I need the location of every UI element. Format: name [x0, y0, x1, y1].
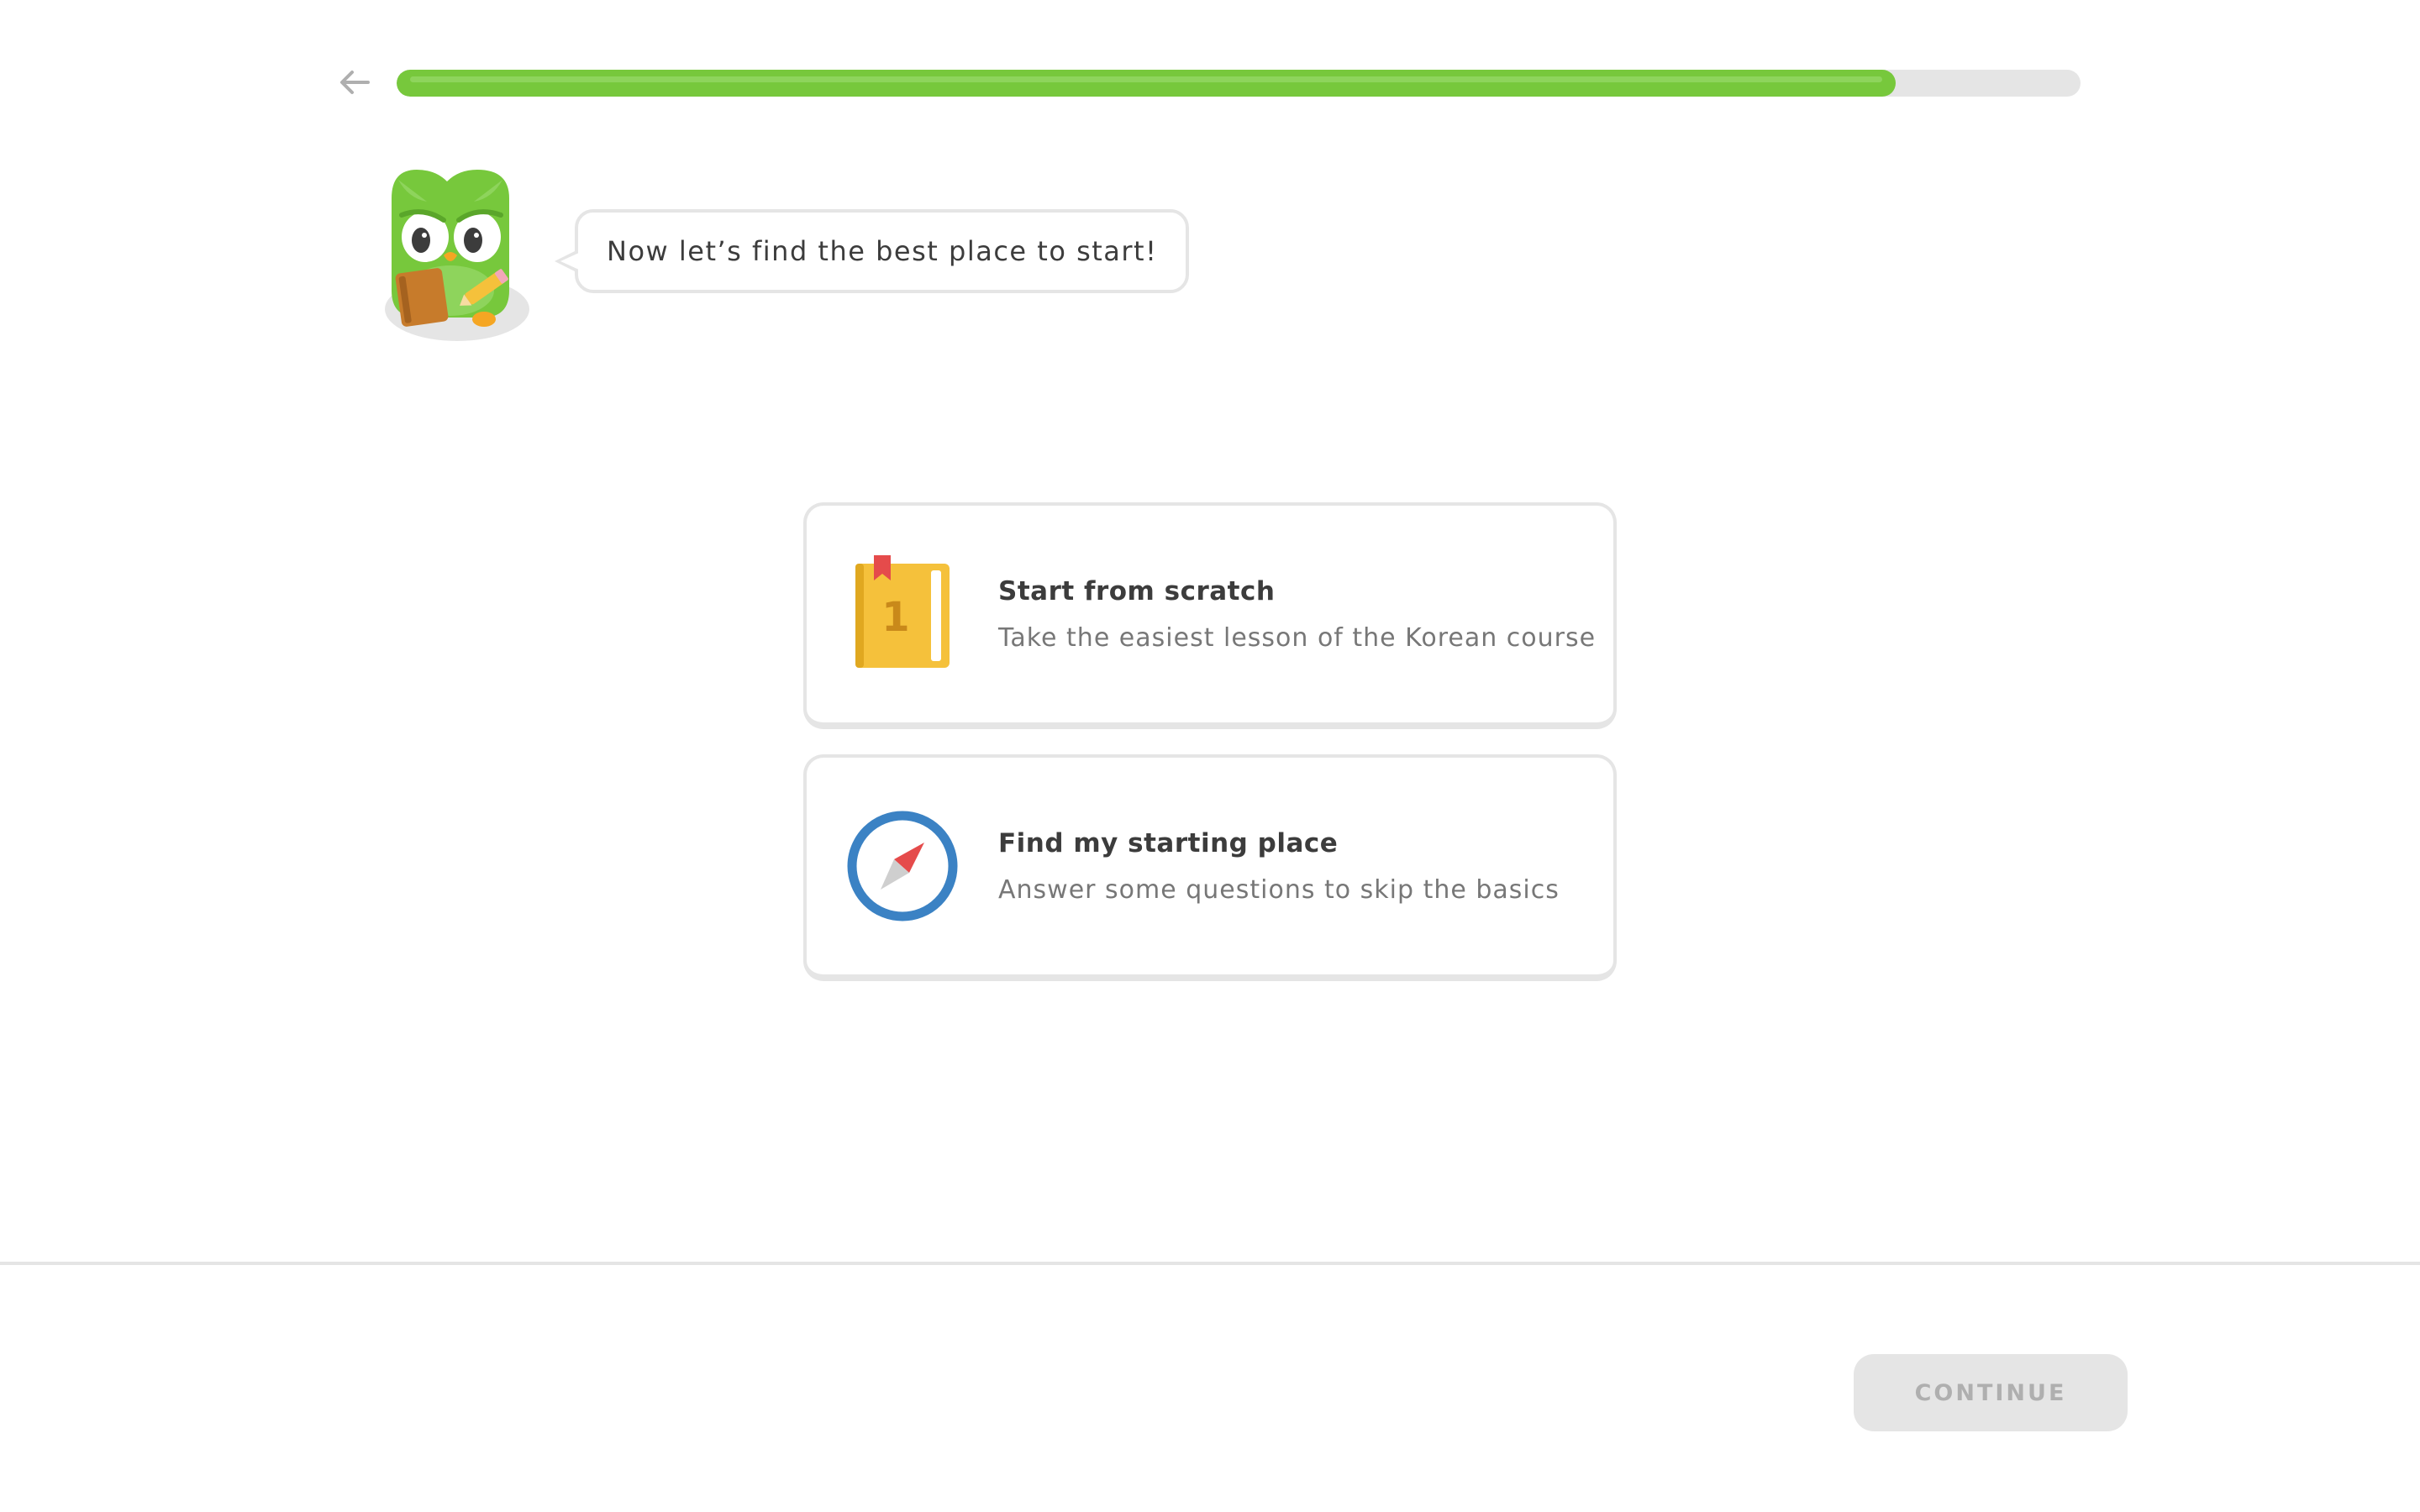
speech-bubble: Now let’s find the best place to start!	[554, 209, 1190, 293]
onboarding-page: Now let’s find the best place to start! …	[0, 0, 2420, 1512]
owl-mascot-icon	[385, 170, 529, 341]
option-icon-wrapper	[844, 807, 961, 925]
option-icon-wrapper: 1	[844, 555, 961, 673]
option-subtitle: Take the easiest lesson of the Korean co…	[998, 622, 1597, 653]
option-text: Start from scratch Take the easiest less…	[998, 576, 1596, 653]
option-find-starting-place[interactable]: Find my starting place Answer some quest…	[803, 754, 1617, 981]
option-text: Find my starting place Answer some quest…	[998, 828, 1560, 905]
compass-icon	[847, 811, 958, 921]
option-subtitle: Answer some questions to skip the basics	[998, 874, 1560, 905]
progress-bar-shine	[410, 76, 1882, 82]
arrow-left-icon	[340, 71, 370, 94]
book-number: 1	[881, 594, 909, 641]
book-icon: 1	[855, 555, 950, 668]
progress-bar-fill	[397, 70, 1896, 97]
start-options-list: 1 Start from scratch Take the easiest le…	[803, 502, 1617, 1006]
option-title: Start from scratch	[998, 575, 1276, 606]
progress-bar	[397, 70, 2081, 97]
continue-button[interactable]: CONTINUE	[1854, 1354, 2128, 1431]
back-button[interactable]	[334, 66, 375, 99]
speech-text: Now let’s find the best place to start!	[607, 235, 1158, 267]
footer-divider	[0, 1262, 2420, 1265]
option-start-from-scratch[interactable]: 1 Start from scratch Take the easiest le…	[803, 502, 1617, 729]
option-title: Find my starting place	[998, 827, 1339, 858]
